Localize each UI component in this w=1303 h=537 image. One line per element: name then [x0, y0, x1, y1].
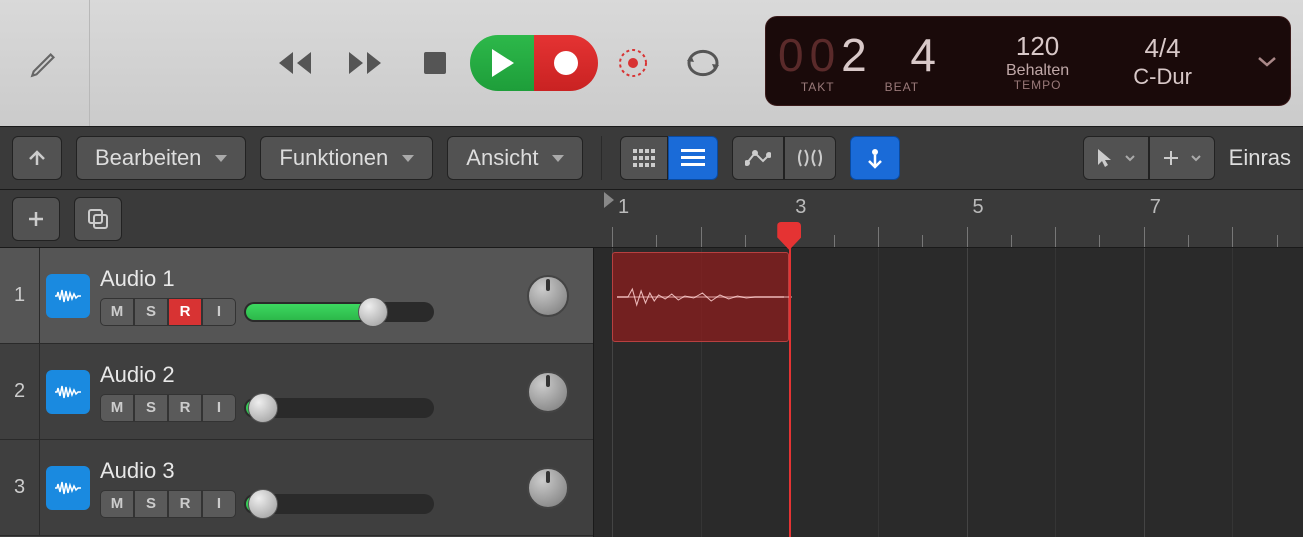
duplicate-track-button[interactable]	[74, 197, 122, 241]
track-header[interactable]: 1 Audio 1 M S R I	[0, 248, 593, 344]
control-bar: 002 4 TAKTBEAT 120 Behalten TEMPO 4/4 C-…	[0, 0, 1303, 126]
audio-region[interactable]	[612, 252, 789, 342]
ruler-bar-number: 5	[973, 196, 984, 219]
ruler-bar-number: 3	[795, 196, 806, 219]
volume-slider[interactable]	[244, 494, 434, 514]
record-enable-button[interactable]: R	[168, 394, 202, 422]
view-menu[interactable]: Ansicht	[447, 136, 583, 180]
stop-button[interactable]	[400, 33, 470, 93]
track-list: 1 Audio 1 M S R I 2	[0, 248, 594, 537]
pan-knob[interactable]	[527, 467, 569, 509]
lcd-signature[interactable]: 4/4	[1145, 33, 1181, 64]
cycle-button[interactable]	[668, 33, 738, 93]
record-enable-button[interactable]: R	[168, 490, 202, 518]
lcd-beat-label: BEAT	[885, 80, 919, 94]
bar-ruler[interactable]: 1 3 5 7	[594, 190, 1303, 248]
track-msri: M S R I	[100, 394, 236, 422]
catch-playhead-button[interactable]	[850, 136, 900, 180]
pointer-tool-right[interactable]	[1149, 136, 1215, 180]
lcd-key[interactable]: C-Dur	[1133, 64, 1192, 90]
ruler-bar-number: 1	[618, 196, 629, 219]
forward-button[interactable]	[330, 33, 400, 93]
lcd-beat: 4	[910, 29, 942, 81]
play-button[interactable]	[470, 35, 534, 91]
track-number: 1	[0, 248, 40, 343]
flex-button[interactable]	[784, 136, 836, 180]
pan-knob[interactable]	[527, 371, 569, 413]
mute-button[interactable]: M	[100, 394, 134, 422]
transport-controls	[260, 33, 738, 93]
hide-inspector-button[interactable]	[12, 136, 62, 180]
track-icon[interactable]	[40, 248, 96, 343]
track-icon[interactable]	[40, 344, 96, 439]
record-enable-button[interactable]: R	[168, 298, 202, 326]
lcd-tempo-label: TEMPO	[1014, 78, 1062, 92]
input-monitor-button[interactable]: I	[202, 490, 236, 518]
solo-button[interactable]: S	[134, 394, 168, 422]
automation-button[interactable]	[732, 136, 784, 180]
track-number: 3	[0, 440, 40, 535]
input-monitor-button[interactable]: I	[202, 298, 236, 326]
lcd-bars-pad: 00	[778, 29, 841, 81]
functions-menu[interactable]: Funktionen	[260, 136, 433, 180]
track-number: 2	[0, 344, 40, 439]
list-view-button[interactable]	[668, 136, 718, 180]
track-header[interactable]: 2 Audio 2 M S R I	[0, 344, 593, 440]
tracks-toolbar: Bearbeiten Funktionen Ansicht	[0, 126, 1303, 190]
cycle-start-marker[interactable]	[604, 192, 614, 208]
track-msri: M S R I	[100, 490, 236, 518]
track-name[interactable]: Audio 2	[100, 362, 523, 388]
arrange-area[interactable]	[594, 248, 1303, 537]
lcd-tempo[interactable]: 120	[1016, 31, 1059, 62]
pan-knob[interactable]	[527, 275, 569, 317]
capture-recording-button[interactable]	[598, 33, 668, 93]
lcd-bar-label: TAKT	[801, 80, 835, 94]
track-msri: M S R I	[100, 298, 236, 326]
track-name[interactable]: Audio 1	[100, 266, 523, 292]
lcd-display[interactable]: 002 4 TAKTBEAT 120 Behalten TEMPO 4/4 C-…	[765, 16, 1291, 106]
volume-slider[interactable]	[244, 398, 434, 418]
edit-menu[interactable]: Bearbeiten	[76, 136, 246, 180]
lcd-bars: 2	[841, 29, 873, 81]
ruler-bar-number: 7	[1150, 196, 1161, 219]
rewind-button[interactable]	[260, 33, 330, 93]
snap-label[interactable]: Einras	[1229, 145, 1291, 171]
solo-button[interactable]: S	[134, 298, 168, 326]
track-header[interactable]: 3 Audio 3 M S R I	[0, 440, 593, 536]
add-track-button[interactable]	[12, 197, 60, 241]
track-name[interactable]: Audio 3	[100, 458, 523, 484]
track-icon[interactable]	[40, 440, 96, 535]
pointer-tool-left[interactable]	[1083, 136, 1149, 180]
volume-slider[interactable]	[244, 302, 434, 322]
solo-button[interactable]: S	[134, 490, 168, 518]
pencil-icon[interactable]	[28, 46, 62, 80]
main-area: 1 Audio 1 M S R I 2	[0, 248, 1303, 537]
grid-view-button[interactable]	[620, 136, 668, 180]
edit-tool-area	[0, 0, 90, 126]
input-monitor-button[interactable]: I	[202, 394, 236, 422]
lcd-expand-button[interactable]	[1256, 54, 1278, 68]
playhead[interactable]	[789, 248, 791, 537]
mute-button[interactable]: M	[100, 490, 134, 518]
record-button[interactable]	[534, 35, 598, 91]
playhead-handle[interactable]	[777, 222, 801, 250]
mute-button[interactable]: M	[100, 298, 134, 326]
